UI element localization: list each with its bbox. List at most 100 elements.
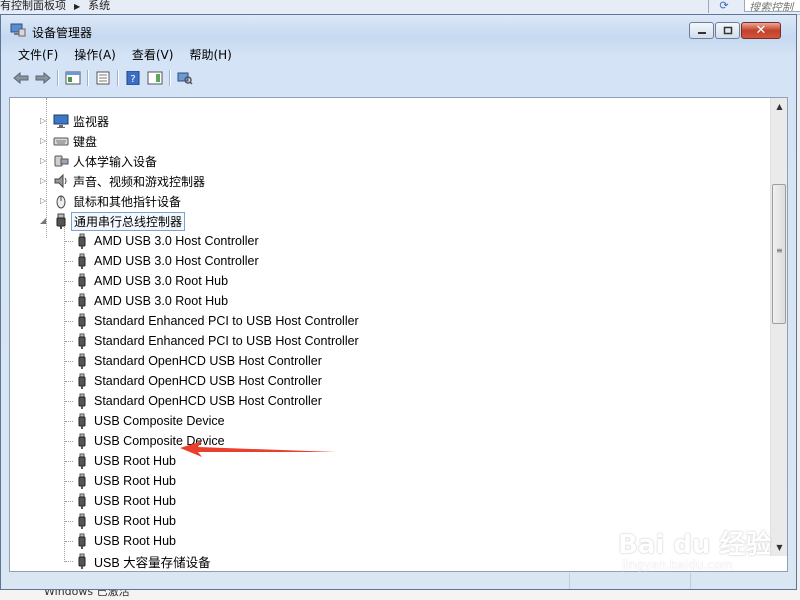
- usb-device-icon: [78, 433, 86, 449]
- scrollbar-thumb[interactable]: ≡: [772, 184, 786, 324]
- usb-device-icon: [78, 493, 86, 509]
- tree-item-label: Standard OpenHCD USB Host Controller: [94, 394, 322, 408]
- help-button[interactable]: ?: [122, 68, 144, 88]
- scroll-up-arrow-icon[interactable]: ▲: [771, 98, 787, 115]
- maximize-icon: [723, 26, 732, 35]
- usb-device-icon: [78, 553, 86, 569]
- usb-device-icon: [78, 333, 86, 349]
- tree-item-usb-device[interactable]: Standard Enhanced PCI to USB Host Contro…: [74, 311, 359, 331]
- tree-item-label: Standard OpenHCD USB Host Controller: [94, 374, 322, 388]
- tree-item-label: AMD USB 3.0 Root Hub: [94, 294, 229, 308]
- tree-item-usb-device[interactable]: USB Root Hub: [74, 471, 176, 491]
- toolbar-separator: [57, 70, 59, 86]
- expand-arrow-icon[interactable]: ▷: [40, 157, 48, 165]
- tree-item-usb-device[interactable]: AMD USB 3.0 Root Hub: [74, 291, 228, 311]
- minimize-button[interactable]: [689, 22, 714, 39]
- expand-arrow-icon[interactable]: ▷: [40, 177, 48, 185]
- tree-item-usb-device[interactable]: USB 大容量存储设备: [74, 551, 211, 571]
- properties-icon: [96, 71, 110, 85]
- tree-connector-dots: [65, 261, 73, 262]
- menu-action[interactable]: 操作(A): [66, 44, 124, 64]
- device-manager-icon: [10, 23, 26, 37]
- menu-bar: 文件(F) 操作(A) 查看(V) 帮助(H): [10, 44, 240, 64]
- properties-button[interactable]: [92, 68, 114, 88]
- background-search-input[interactable]: 搜索控制: [744, 0, 800, 12]
- menu-view[interactable]: 查看(V): [124, 44, 182, 64]
- tree-item-usb-controllers[interactable]: ◢ 通用串行总线控制器: [40, 211, 186, 231]
- tree-connector-dots: [65, 281, 73, 282]
- minimize-icon: [697, 31, 706, 34]
- tree-item-label: USB Root Hub: [94, 514, 176, 528]
- tree-item-usb-device[interactable]: Standard Enhanced PCI to USB Host Contro…: [74, 331, 359, 351]
- tree-item-usb-device[interactable]: Standard OpenHCD USB Host Controller: [74, 371, 322, 391]
- tree-item-label: USB Root Hub: [94, 474, 176, 488]
- tree-item-usb-root-hub-highlighted[interactable]: USB Root Hub: [74, 451, 176, 471]
- expand-arrow-icon[interactable]: ▷: [40, 117, 48, 125]
- scan-hardware-button[interactable]: [174, 68, 196, 88]
- usb-device-icon: [78, 293, 86, 309]
- breadcrumb-item[interactable]: 有控制面板项: [0, 0, 66, 12]
- toolbar-separator: [87, 70, 89, 86]
- refresh-icon[interactable]: ⟳: [708, 0, 739, 13]
- toolbar-separator: [117, 70, 119, 86]
- forward-button[interactable]: [32, 68, 54, 88]
- usb-device-icon: [78, 273, 86, 289]
- forward-icon: [35, 71, 51, 85]
- scan-hardware-icon: [177, 72, 193, 85]
- menu-help[interactable]: 帮助(H): [181, 44, 239, 64]
- usb-device-icon: [78, 393, 86, 409]
- tree-item-label: 声音、视频和游戏控制器: [73, 174, 206, 189]
- view-button[interactable]: [144, 68, 166, 88]
- tree-item-usb-device[interactable]: USB Root Hub: [74, 531, 176, 551]
- maximize-button[interactable]: [715, 22, 740, 39]
- expand-arrow-icon[interactable]: ▷: [40, 197, 48, 205]
- tree-item-label: AMD USB 3.0 Host Controller: [94, 234, 259, 248]
- status-cell: [570, 573, 691, 589]
- usb-device-icon: [78, 533, 86, 549]
- tree-item-sound[interactable]: ▷ 声音、视频和游戏控制器: [40, 171, 205, 191]
- close-button[interactable]: ✕: [741, 22, 781, 39]
- tree-item-monitors[interactable]: ▷ 监视器: [40, 111, 109, 131]
- keyboard-icon: [53, 137, 69, 146]
- tree-connector-dots: [65, 341, 73, 342]
- tree-item-label: USB Composite Device: [94, 414, 225, 428]
- vertical-scrollbar[interactable]: ▲ ≡ ▼: [770, 98, 787, 556]
- usb-icon: [56, 213, 66, 229]
- tree-item-keyboards[interactable]: ▷ 键盘: [40, 131, 97, 151]
- tree-connector-dots: [65, 481, 73, 482]
- tree-connector-dots: [65, 541, 73, 542]
- breadcrumb-item[interactable]: 系统: [88, 0, 110, 12]
- console-tree-button[interactable]: [62, 68, 84, 88]
- tree-item-usb-device[interactable]: Standard OpenHCD USB Host Controller: [74, 391, 322, 411]
- scrollbar-grip-icon: ≡: [776, 246, 783, 255]
- device-tree-panel: ▷ 监视器 ▷ 键盘 ▷ 人体学输入设备 ▷ 声音、视频和游戏控制器 ▷ 鼠标和…: [9, 97, 788, 572]
- device-tree: ▷ 监视器 ▷ 键盘 ▷ 人体学输入设备 ▷ 声音、视频和游戏控制器 ▷ 鼠标和…: [10, 98, 770, 571]
- tree-item-usb-device[interactable]: USB Root Hub: [74, 511, 176, 531]
- window-title: 设备管理器: [32, 26, 93, 40]
- tree-item-hid[interactable]: ▷ 人体学输入设备: [40, 151, 157, 171]
- tree-item-usb-device[interactable]: AMD USB 3.0 Host Controller: [74, 251, 259, 271]
- collapse-arrow-icon[interactable]: ◢: [40, 217, 48, 225]
- tree-item-usb-device[interactable]: AMD USB 3.0 Host Controller: [74, 231, 259, 251]
- svg-text:?: ?: [130, 74, 135, 85]
- back-button[interactable]: [10, 68, 32, 88]
- tree-item-label: Standard Enhanced PCI to USB Host Contro…: [94, 334, 359, 348]
- tree-item-usb-device[interactable]: AMD USB 3.0 Root Hub: [74, 271, 228, 291]
- tree-connector-dots: [65, 381, 73, 382]
- toolbar: ?: [10, 67, 196, 89]
- help-icon: ?: [126, 71, 140, 85]
- tree-connector-dots: [65, 521, 73, 522]
- tree-item-label: 人体学输入设备: [73, 154, 158, 169]
- tree-item-usb-device[interactable]: USB Root Hub: [74, 491, 176, 511]
- tree-item-usb-device[interactable]: USB Composite Device: [74, 411, 225, 431]
- tree-connector-dots: [65, 421, 73, 422]
- back-icon: [13, 71, 29, 85]
- title-bar[interactable]: 设备管理器 ✕: [1, 15, 796, 43]
- usb-device-icon: [78, 413, 86, 429]
- tree-item-mice[interactable]: ▷ 鼠标和其他指针设备: [40, 191, 181, 211]
- menu-file[interactable]: 文件(F): [10, 44, 66, 64]
- scroll-down-arrow-icon[interactable]: ▼: [771, 539, 787, 556]
- tree-connector-dots: [65, 401, 73, 402]
- expand-arrow-icon[interactable]: ▷: [40, 137, 48, 145]
- tree-item-usb-device[interactable]: Standard OpenHCD USB Host Controller: [74, 351, 322, 371]
